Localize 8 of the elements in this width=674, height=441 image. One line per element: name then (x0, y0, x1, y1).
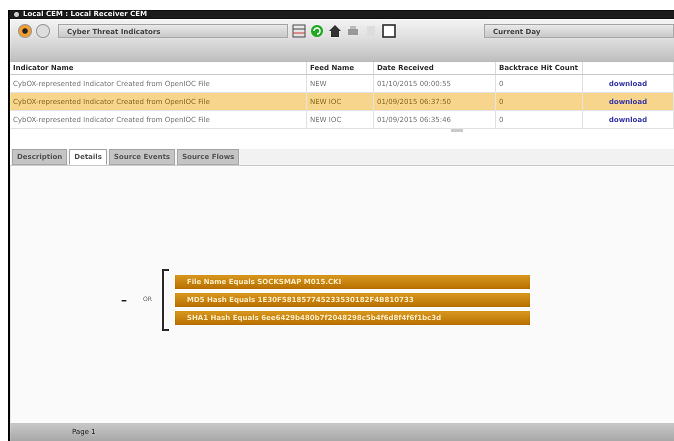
window-icon (14, 12, 19, 17)
home-icon[interactable] (328, 24, 342, 38)
splitter-handle[interactable] (451, 129, 463, 132)
back-button[interactable] (18, 24, 32, 38)
window-icon[interactable] (382, 24, 396, 38)
collapse-button[interactable]: – (121, 292, 127, 306)
grid-icon[interactable] (292, 24, 306, 38)
bracket (162, 268, 169, 330)
